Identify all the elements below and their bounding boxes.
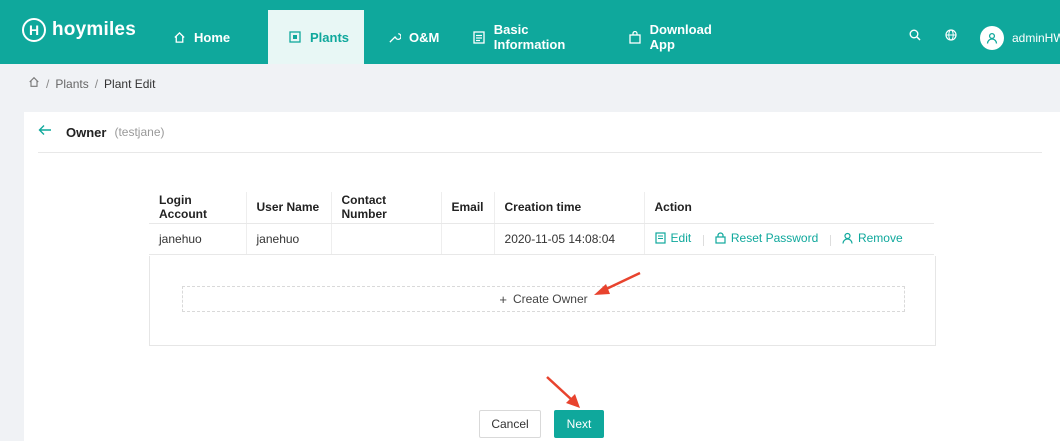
cell-contact — [331, 223, 442, 255]
edit-button[interactable]: Edit — [654, 230, 692, 245]
nav-plants-label: Plants — [310, 29, 350, 45]
card-header: Owner (testjane) — [38, 112, 1042, 153]
breadcrumb-current: Plant Edit — [104, 76, 156, 91]
cell-actions: Edit Reset Password Remove — [644, 223, 934, 255]
nav-basic-information-label: Basic Information — [493, 22, 566, 52]
edit-label: Edit — [670, 230, 692, 245]
cell-created: 2020-11-05 14:08:04 — [494, 223, 645, 255]
nav-om-label: O&M — [409, 29, 440, 45]
info-icon — [472, 30, 486, 44]
cell-email — [441, 223, 495, 255]
nav-home-label: Home — [194, 29, 231, 45]
col-user-name: User Name — [246, 192, 332, 224]
action-divider — [829, 234, 831, 246]
home-icon — [172, 30, 186, 44]
content-card: Owner (testjane) Login Account User Name… — [24, 112, 1060, 441]
breadcrumb: / Plants / Plant Edit — [28, 76, 155, 91]
col-creation-time: Creation time — [494, 192, 645, 224]
search-icon[interactable] — [909, 28, 921, 46]
reset-password-button[interactable]: Reset Password — [715, 231, 818, 245]
nav-home[interactable]: Home — [172, 10, 252, 64]
plants-icon — [288, 30, 302, 44]
remove-button[interactable]: Remove — [842, 231, 903, 245]
cell-user: janehuo — [246, 223, 332, 255]
edit-icon — [654, 231, 666, 244]
cancel-button[interactable]: Cancel — [479, 410, 541, 438]
avatar[interactable] — [980, 26, 1004, 50]
col-contact-number: Contact Number — [331, 192, 442, 224]
nav-download-app[interactable]: Download App — [628, 10, 738, 64]
user-remove-icon — [842, 232, 853, 244]
table-header-row: Login Account User Name Contact Number E… — [149, 192, 934, 224]
create-owner-button[interactable]: + Create Owner — [182, 286, 905, 312]
breadcrumb-separator: / — [46, 76, 50, 91]
top-nav: H hoymiles Home Plants O&M Basic Informa… — [0, 0, 1060, 64]
user-name[interactable]: adminHW — [1012, 31, 1060, 45]
create-owner-panel: + Create Owner — [149, 256, 936, 346]
col-email: Email — [441, 192, 495, 224]
annotation-arrow-icon — [594, 271, 641, 295]
nav-basic-information[interactable]: Basic Information — [472, 10, 602, 64]
breadcrumb-home-icon[interactable] — [28, 76, 40, 91]
lock-icon — [715, 231, 726, 244]
next-button[interactable]: Next — [554, 410, 604, 438]
page-title: Owner — [66, 124, 107, 140]
owner-table: Login Account User Name Contact Number E… — [149, 192, 934, 255]
action-divider — [702, 234, 704, 246]
globe-icon[interactable] — [945, 28, 957, 46]
user-icon — [986, 32, 998, 44]
annotation-arrow-icon — [546, 376, 580, 408]
breadcrumb-plants[interactable]: Plants — [55, 77, 88, 91]
bag-icon — [628, 30, 642, 44]
cell-login: janehuo — [149, 223, 247, 255]
remove-label: Remove — [857, 230, 903, 245]
brand-logo[interactable]: H hoymiles — [22, 18, 136, 42]
table-row: janehuo janehuo 2020-11-05 14:08:04 Edit… — [149, 223, 934, 255]
breadcrumb-separator: / — [94, 76, 99, 91]
col-action: Action — [644, 192, 934, 224]
brand-name: hoymiles — [52, 19, 136, 40]
reset-password-label: Reset Password — [730, 230, 819, 245]
logo-mark: H — [22, 18, 46, 42]
nav-om[interactable]: O&M — [387, 10, 447, 64]
plus-icon: + — [499, 291, 507, 307]
col-login-account: Login Account — [149, 192, 247, 224]
nav-download-app-label: Download App — [649, 22, 712, 52]
wrench-icon — [387, 30, 401, 44]
nav-plants[interactable]: Plants — [268, 10, 364, 64]
create-owner-label: Create Owner — [512, 292, 588, 306]
page-subtitle: (testjane) — [114, 125, 165, 139]
back-arrow-icon[interactable] — [38, 124, 52, 140]
